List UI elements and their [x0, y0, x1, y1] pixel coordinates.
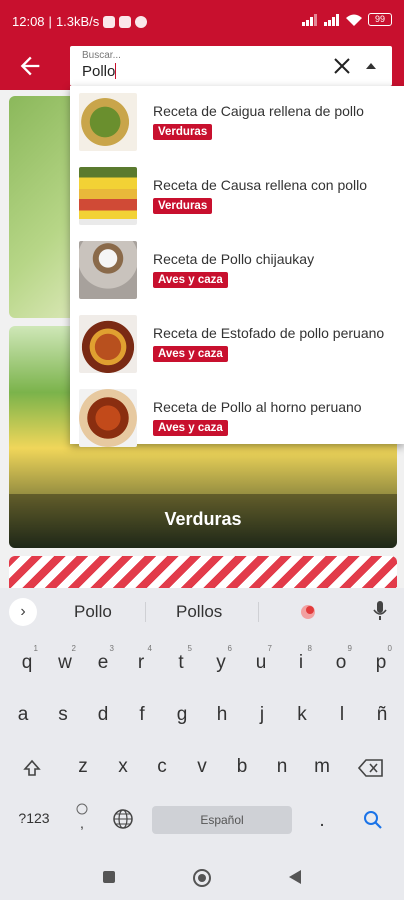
suggestion-word[interactable]: Pollo — [74, 602, 112, 622]
key-z[interactable]: z — [68, 756, 98, 778]
key-b[interactable]: b — [227, 756, 257, 778]
on-screen-keyboard: › Pollo Pollos q1 w2 e3 r4 t5 y6 u7 i8 o… — [0, 588, 404, 860]
search-results-dropdown: Receta de Caigua rellena de pollo Verdur… — [70, 86, 404, 447]
key-d[interactable]: d — [88, 704, 118, 726]
result-item[interactable]: Receta de Causa rellena con pollo Verdur… — [70, 160, 404, 234]
backspace-icon[interactable] — [358, 758, 384, 778]
nav-back-icon[interactable] — [288, 869, 302, 885]
text-cursor — [115, 63, 117, 79]
chevron-right-icon[interactable]: › — [9, 598, 37, 626]
category-tag: Aves y caza — [153, 272, 228, 288]
result-title: Receta de Pollo al horno peruano — [153, 399, 362, 415]
key-w[interactable]: w2 — [50, 644, 80, 674]
key-i[interactable]: i8 — [286, 644, 316, 674]
result-item[interactable]: Receta de Pollo al horno peruano Aves y … — [70, 382, 404, 456]
result-title: Receta de Caigua rellena de pollo — [153, 103, 364, 119]
emoji-icon — [76, 803, 88, 815]
result-title: Receta de Estofado de pollo peruano — [153, 325, 385, 341]
dropdown-icon[interactable] — [366, 63, 376, 69]
key-n[interactable]: n — [267, 756, 297, 778]
suggestion-bar: › Pollo Pollos — [0, 588, 404, 634]
key-q[interactable]: q1 — [12, 644, 42, 674]
signal-icon — [302, 13, 317, 26]
key-n-tilde[interactable]: ñ — [367, 704, 397, 726]
search-placeholder: Buscar... — [82, 50, 121, 61]
key-m[interactable]: m — [307, 756, 337, 778]
signal-icon — [324, 13, 339, 26]
key-t[interactable]: t5 — [166, 644, 196, 674]
app-notification-icon — [119, 15, 132, 28]
key-y[interactable]: y6 — [206, 644, 236, 674]
status-speed: 1.3kB/s — [55, 14, 100, 29]
app-notification-icon — [103, 15, 116, 28]
divider — [145, 602, 146, 622]
category-label: Verduras — [164, 509, 242, 529]
recipe-thumbnail — [79, 241, 137, 299]
suggestion-word[interactable]: Pollos — [176, 602, 222, 622]
key-c[interactable]: c — [147, 756, 177, 778]
result-title: Receta de Causa rellena con pollo — [153, 177, 368, 193]
key-u[interactable]: u7 — [246, 644, 276, 674]
shift-icon[interactable] — [22, 758, 42, 778]
search-field[interactable]: Buscar... Pollo — [70, 46, 392, 86]
category-card[interactable] — [9, 556, 397, 588]
key-j[interactable]: j — [247, 704, 277, 726]
result-title: Receta de Pollo chijaukay — [153, 251, 315, 267]
key-l[interactable]: l — [327, 704, 357, 726]
key-f[interactable]: f — [127, 704, 157, 726]
key-o[interactable]: o9 — [326, 644, 356, 674]
clear-icon[interactable] — [332, 56, 352, 76]
wifi-icon — [346, 14, 362, 26]
key-s[interactable]: s — [48, 704, 78, 726]
status-left: 12:08 | 1.3kB/s — [12, 14, 148, 29]
key-r[interactable]: r4 — [126, 644, 156, 674]
recipe-thumbnail — [79, 167, 137, 225]
status-time: 12:08 — [12, 14, 45, 29]
result-item[interactable]: Receta de Caigua rellena de pollo Verdur… — [70, 86, 404, 160]
search-icon[interactable] — [362, 809, 384, 831]
category-tag: Verduras — [153, 124, 213, 140]
comma-key[interactable]: , — [72, 802, 92, 830]
key-k[interactable]: k — [287, 704, 317, 726]
category-tag: Aves y caza — [153, 420, 228, 436]
globe-icon[interactable] — [112, 808, 134, 830]
key-h[interactable]: h — [207, 704, 237, 726]
nav-circle-icon[interactable] — [192, 868, 212, 888]
category-tag: Aves y caza — [153, 346, 228, 362]
nav-square-icon[interactable] — [102, 870, 116, 884]
status-right: 99 — [302, 13, 392, 26]
key-e[interactable]: e3 — [88, 644, 118, 674]
app-bar: Buscar... Pollo — [0, 40, 404, 90]
battery-icon: 99 — [368, 13, 392, 26]
key-x[interactable]: x — [108, 756, 138, 778]
period-key[interactable]: . — [312, 810, 332, 832]
category-tag: Verduras — [153, 198, 213, 214]
key-g[interactable]: g — [167, 704, 197, 726]
recipe-thumbnail — [79, 315, 137, 373]
microphone-icon[interactable] — [372, 600, 388, 622]
result-item[interactable]: Receta de Pollo chijaukay Aves y caza — [70, 234, 404, 308]
divider — [258, 602, 259, 622]
status-bar: 12:08 | 1.3kB/s 99 — [0, 0, 404, 40]
recipe-thumbnail — [79, 93, 137, 151]
navigation-bar — [0, 860, 404, 900]
key-v[interactable]: v — [187, 756, 217, 778]
key-a[interactable]: a — [8, 704, 38, 726]
space-key[interactable]: Español — [152, 806, 292, 834]
app-notification-icon — [135, 15, 148, 28]
recipe-thumbnail — [79, 389, 137, 447]
result-item[interactable]: Receta de Estofado de pollo peruano Aves… — [70, 308, 404, 382]
back-arrow-icon[interactable] — [16, 52, 44, 80]
search-input[interactable]: Pollo — [82, 63, 117, 80]
sticker-icon[interactable] — [298, 602, 318, 622]
key-p[interactable]: p0 — [366, 644, 396, 674]
symbols-key[interactable]: ?123 — [14, 810, 54, 826]
